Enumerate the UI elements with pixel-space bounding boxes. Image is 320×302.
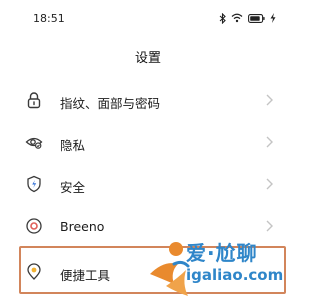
chevron-right-icon — [266, 94, 273, 106]
settings-item-label: 隐私 — [60, 138, 86, 153]
watermark-brand: 爱·尬聊 — [186, 241, 258, 265]
wifi-icon — [231, 13, 243, 23]
settings-item-privacy[interactable]: 隐私 — [0, 122, 296, 164]
chevron-right-icon — [266, 136, 273, 148]
charging-icon — [270, 13, 276, 23]
breeno-icon — [26, 218, 42, 234]
status-bar: 18:51 — [0, 0, 296, 38]
battery-icon — [248, 13, 265, 23]
privacy-eye-icon — [25, 137, 43, 149]
settings-item-label: 指纹、面部与密码 — [60, 96, 161, 111]
security-shield-icon — [27, 175, 41, 193]
status-icons — [219, 12, 276, 24]
settings-item-label: Breeno — [60, 219, 105, 234]
page-title: 设置 — [134, 51, 161, 66]
settings-item-security[interactable]: 安全 — [0, 164, 296, 206]
watermark-url: igaliao.com — [186, 266, 284, 284]
bluetooth-icon — [219, 12, 226, 24]
settings-item-fingerprint-face-password[interactable]: 指纹、面部与密码 — [0, 80, 296, 122]
settings-item-label: 安全 — [60, 180, 86, 195]
chevron-right-icon — [266, 220, 273, 232]
chevron-right-icon — [266, 178, 273, 190]
lock-icon — [27, 92, 41, 109]
status-time: 18:51 — [33, 12, 65, 25]
